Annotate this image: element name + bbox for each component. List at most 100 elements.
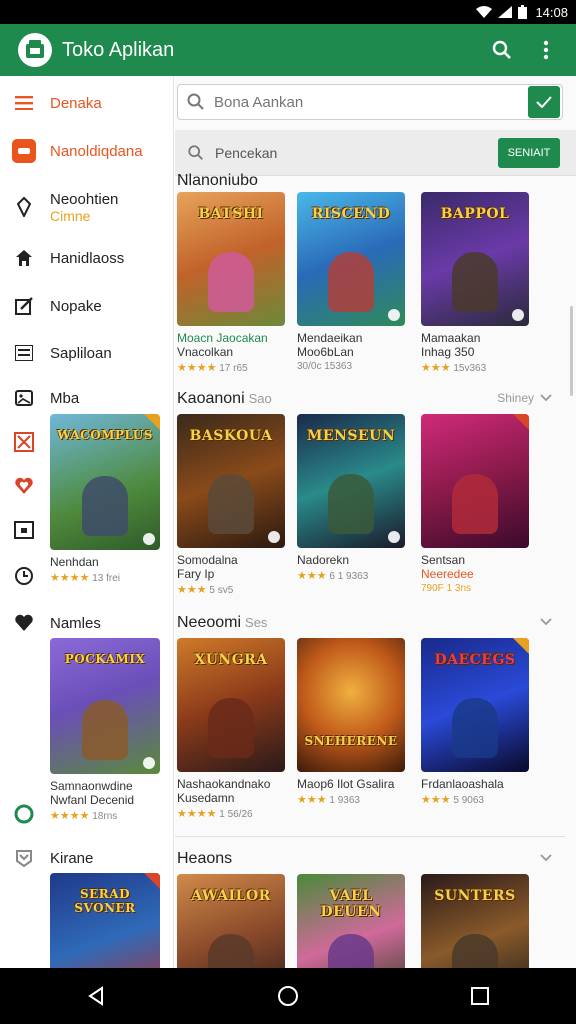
sidebar-item-2[interactable]: Neoohtien Cimne bbox=[0, 184, 173, 230]
search-input[interactable] bbox=[214, 93, 528, 111]
calendar-icon[interactable] bbox=[14, 520, 34, 545]
box-x-icon[interactable] bbox=[14, 432, 34, 457]
game-card[interactable]: SUNTERS bbox=[421, 874, 533, 968]
game-card[interactable]: BATSHI Moacn Jaocakan Vnacolkan ★★★★ 17 … bbox=[177, 192, 289, 374]
game-art: POCKAMIX bbox=[50, 638, 160, 774]
rating-text: 6 1 9363 bbox=[329, 571, 369, 582]
status-time: 14:08 bbox=[535, 4, 568, 20]
wifi-icon bbox=[476, 6, 493, 18]
game-art-title: BAPPOL bbox=[440, 206, 510, 222]
sidebar-game-card-1[interactable]: POCKAMIX Samnaonwdine Nwfanl Decenid ★★★… bbox=[50, 638, 160, 822]
main-content: Pencekan SENIAIT Nlanoniubo BATSHI Moacn… bbox=[175, 76, 576, 968]
game-title: Moacn Jaocakan bbox=[177, 331, 268, 345]
sidebar-item-1[interactable]: Nanoldiqdana bbox=[0, 133, 173, 169]
game-subtitle: Neeredee bbox=[421, 567, 474, 581]
scrollbar[interactable] bbox=[570, 306, 573, 396]
image-icon bbox=[12, 386, 36, 410]
section-title: Heaons bbox=[177, 850, 236, 868]
game-card[interactable]: AWAILOR bbox=[177, 874, 289, 968]
search-icon bbox=[188, 144, 203, 160]
circle-status-icon[interactable] bbox=[14, 804, 34, 829]
verified-icon bbox=[512, 309, 524, 321]
game-card[interactable]: XUNGRA Nashaokandnako Kusedamn ★★★★ 1 56… bbox=[177, 638, 289, 820]
check-icon[interactable] bbox=[528, 86, 560, 118]
game-art-character bbox=[328, 934, 374, 968]
filter-button[interactable]: SENIAIT bbox=[498, 137, 560, 168]
list-icon bbox=[12, 341, 36, 365]
section-more[interactable] bbox=[540, 854, 552, 862]
sidebar-item-label-group: Neoohtien Cimne bbox=[50, 191, 118, 224]
verified-icon bbox=[388, 309, 400, 321]
section-title: Neeoomi Ses bbox=[177, 614, 267, 632]
search-bar[interactable] bbox=[177, 84, 563, 120]
back-icon[interactable] bbox=[76, 976, 116, 1016]
sidebar-item-sublabel: Cimne bbox=[50, 207, 91, 224]
chevron-down-icon bbox=[540, 854, 552, 862]
sidebar-item-6[interactable]: Mba bbox=[0, 380, 173, 416]
game-art-character bbox=[208, 934, 254, 968]
game-art-title: SNEHERENE bbox=[304, 734, 398, 748]
status-bar: 14:08 bbox=[0, 0, 576, 24]
game-title: Nashaokandnako bbox=[177, 777, 271, 791]
game-subtitle: Nwfanl Decenid bbox=[50, 793, 135, 807]
search-icon[interactable] bbox=[488, 36, 516, 64]
sidebar-item-0[interactable]: Denaka bbox=[0, 85, 173, 121]
game-card[interactable]: DAECEGS Frdanlaoashala ★★★ 5 9063 bbox=[421, 638, 533, 806]
section-title-text: Kaoanoni bbox=[177, 390, 245, 407]
sidebar-item-4[interactable]: Nopake bbox=[0, 288, 173, 324]
game-art-title: BATSHI bbox=[198, 206, 264, 222]
rating-text: 18rns bbox=[92, 811, 118, 822]
more-vert-icon[interactable] bbox=[532, 36, 560, 64]
game-title: Mendaeikan bbox=[297, 331, 363, 345]
game-card[interactable]: RISCEND Mendaeikan Moo6bLan 30/0c 15363 bbox=[297, 192, 409, 372]
section-more[interactable]: Shiney bbox=[497, 391, 552, 405]
game-title: Nenhdan bbox=[50, 555, 99, 569]
sidebar-game-card-0[interactable]: WACOMPLUS Nenhdan ★★★★ 13 frei bbox=[50, 414, 160, 584]
game-art: WACOMPLUS bbox=[50, 414, 160, 550]
rating-stars-icon: ★★★ bbox=[297, 570, 327, 582]
game-title: Nadorekn bbox=[297, 553, 350, 567]
game-art-title: SERAD SVONER bbox=[74, 887, 136, 915]
heart-badge-icon[interactable] bbox=[14, 476, 34, 501]
signal-icon bbox=[498, 6, 513, 18]
rating-stars-icon: ★★★★ bbox=[177, 808, 217, 820]
game-art-character bbox=[328, 474, 374, 534]
sidebar-item-label: Neoohtien bbox=[50, 190, 119, 208]
corner-badge bbox=[513, 414, 529, 430]
section-more[interactable] bbox=[540, 618, 552, 626]
game-card[interactable]: BAPPOL Mamaakan Inhag 350 ★★★ 15v363 bbox=[421, 192, 533, 374]
sidebar-item-7[interactable]: Namles bbox=[0, 605, 173, 641]
game-rating: 30/0c 15363 bbox=[297, 361, 409, 372]
game-art-title: WACOMPLUS bbox=[57, 428, 153, 442]
sidebar-item-3[interactable]: Hanidlaoss bbox=[0, 240, 173, 276]
home-circle-icon[interactable] bbox=[268, 976, 308, 1016]
game-art-character bbox=[208, 252, 254, 312]
menu-icon bbox=[12, 91, 36, 115]
sidebar-item-8[interactable]: Kirane bbox=[0, 840, 173, 876]
game-card[interactable]: VAEL DEUEN bbox=[297, 874, 409, 968]
game-art: SNEHERENE bbox=[297, 638, 405, 772]
filter-text: Pencekan bbox=[215, 144, 278, 161]
app-bar: Toko Aplikan bbox=[0, 24, 576, 76]
game-art-title: DAECEGS bbox=[434, 652, 516, 668]
game-art-character bbox=[82, 700, 128, 760]
game-subtitle: Fary Ip bbox=[177, 567, 215, 581]
rating-stars-icon: ★★★ bbox=[177, 584, 207, 596]
game-art-character bbox=[452, 698, 498, 758]
game-subtitle: Moo6bLan bbox=[297, 345, 354, 359]
game-card[interactable]: BASKOUA Somodalna Fary Ip ★★★ 5 sv5 bbox=[177, 414, 289, 596]
sidebar-game-card-2[interactable]: SERAD SVONER bbox=[50, 873, 160, 968]
rating-text: 15v363 bbox=[453, 363, 487, 374]
game-subtitle: Inhag 350 bbox=[421, 345, 475, 359]
game-card[interactable]: Sentsan Neeredee 790F 1 3ns bbox=[421, 414, 533, 594]
recents-icon[interactable] bbox=[460, 976, 500, 1016]
game-card[interactable]: SNEHERENE Maop6 Ilot Gsalira ★★★ 1 9363 bbox=[297, 638, 409, 806]
clock-icon[interactable] bbox=[14, 566, 34, 591]
game-art-title: MENSEUN bbox=[306, 428, 396, 444]
rating-text: 13 frei bbox=[92, 573, 121, 584]
verified-icon bbox=[143, 757, 155, 769]
section-more-label: Shiney bbox=[497, 391, 534, 405]
filter-bar[interactable]: Pencekan SENIAIT bbox=[175, 130, 576, 176]
sidebar-item-5[interactable]: Sapliloan bbox=[0, 335, 173, 371]
game-card[interactable]: MENSEUN Nadorekn ★★★ 6 1 9363 bbox=[297, 414, 409, 582]
